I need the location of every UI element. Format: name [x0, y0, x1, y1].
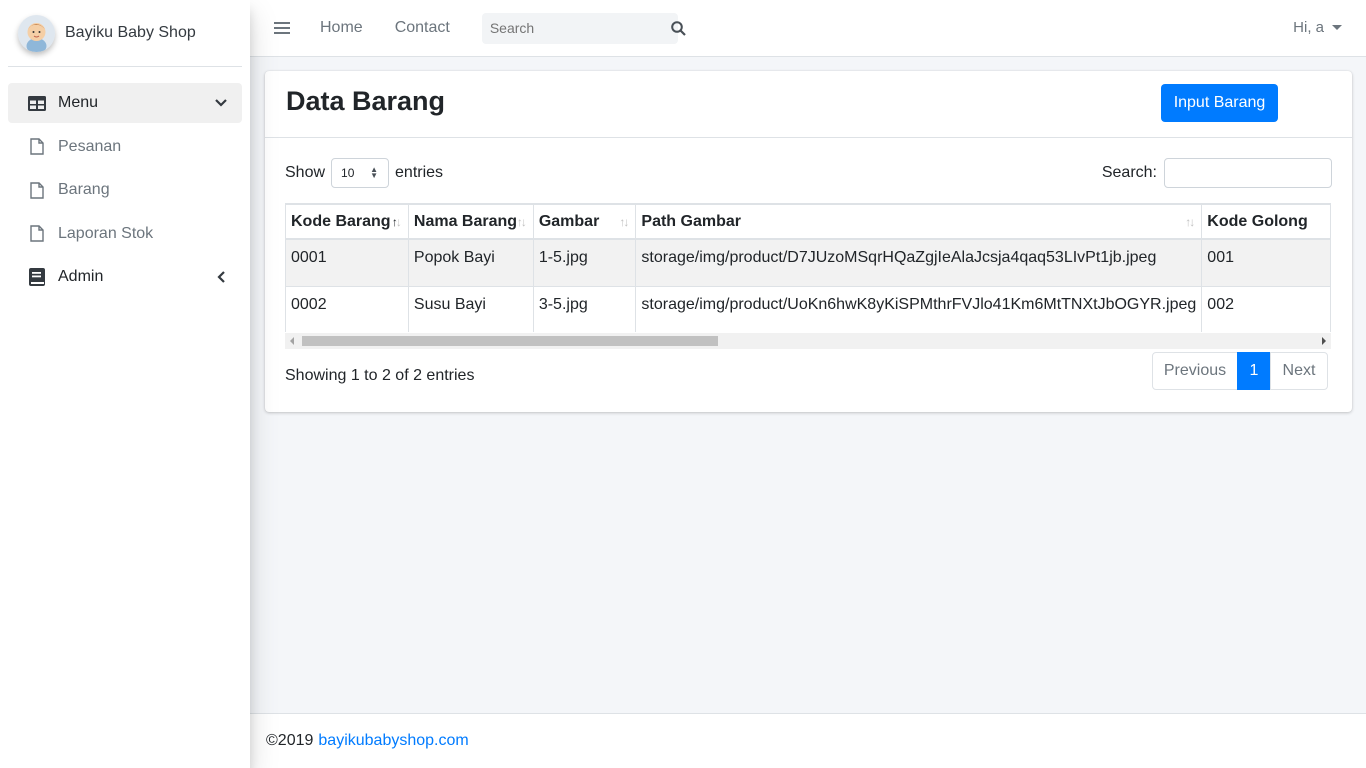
navbar-search-input[interactable]: [481, 12, 671, 44]
sidebar-item-menu[interactable]: Menu: [8, 83, 242, 123]
table-row: 0001 Popok Bayi 1-5.jpg storage/img/prod…: [285, 238, 1331, 287]
navbar-search: [481, 12, 686, 44]
sidebar-item-label: Menu: [58, 94, 99, 111]
footer: ©2019 bayikubabyshop.com: [250, 713, 1366, 768]
brand-link[interactable]: Bayiku Baby Shop: [8, 0, 242, 67]
scroll-left-arrow-icon[interactable]: [290, 337, 294, 345]
table-cell: 1-5.jpg: [532, 238, 637, 287]
entries-label: entries: [395, 164, 444, 181]
copyright-text: ©2019: [266, 732, 314, 749]
sidebar-item-pesanan[interactable]: Pesanan: [8, 127, 242, 167]
table-cell: 001: [1201, 238, 1331, 287]
footer-site-link[interactable]: bayikubabyshop.com: [318, 732, 468, 750]
sort-icon: ↑↓: [1185, 215, 1195, 229]
topbar: Home Contact Hi, a: [250, 0, 1366, 57]
file-icon: [28, 225, 46, 243]
hamburger-menu-icon[interactable]: [274, 22, 290, 34]
datatable-controls: Show 10 ▲ ▼ entries Search:: [285, 157, 1332, 189]
file-icon: [28, 138, 46, 156]
table-cell: storage/img/product/UoKn6hwK8yKiSPMthrFV…: [635, 285, 1203, 332]
table-cell: 002: [1201, 285, 1331, 332]
sidebar-item-laporan-stok[interactable]: Laporan Stok: [8, 214, 242, 254]
show-label: Show: [285, 164, 326, 181]
entries-select-value: 10: [341, 166, 355, 180]
sidebar-nav: Menu Pesanan Barang Laporan Stok Admin: [0, 67, 250, 297]
table-search-input[interactable]: [1164, 158, 1332, 188]
brand-logo: [18, 14, 55, 52]
table-info: Showing 1 to 2 of 2 entries: [285, 367, 475, 384]
file-icon: [28, 181, 46, 199]
table-row: 0002 Susu Bayi 3-5.jpg storage/img/produ…: [285, 285, 1331, 332]
table-search-label: Search:: [1101, 164, 1157, 181]
data-card: Data Barang Input Barang Show 10 ▲ ▼ entr…: [265, 71, 1352, 412]
chevron-left-icon: [214, 270, 228, 284]
entries-length: Show 10 ▲ ▼ entries: [285, 158, 443, 188]
horizontal-scrollbar[interactable]: [285, 333, 1331, 349]
sidebar-item-label: Barang: [58, 181, 110, 198]
table-cell: Susu Bayi: [407, 285, 534, 332]
column-header-label: Nama Barang: [413, 212, 518, 230]
table-cell: storage/img/product/D7JUzoMSqrHQaZgjIeAl…: [635, 238, 1203, 287]
column-header-label: Path Gambar: [641, 212, 741, 230]
sort-asc-icon: ↑↓: [391, 215, 402, 229]
brand-text: Bayiku Baby Shop: [65, 24, 196, 41]
page-title: Data Barang: [286, 86, 446, 116]
previous-page-button[interactable]: Previous: [1152, 352, 1238, 390]
table-scroll-area: Kode Barang ↑↓ Nama Barang ↑↓ Gambar ↑↓ Pat…: [285, 203, 1331, 332]
table-cell: 0002: [285, 285, 409, 332]
entries-select[interactable]: 10 ▲ ▼: [331, 158, 390, 188]
pagination: Previous 1 Next: [1152, 352, 1328, 390]
scroll-right-arrow-icon[interactable]: [1322, 337, 1326, 345]
sidebar-item-label: Pesanan: [58, 137, 122, 155]
table-search: Search:: [1102, 158, 1332, 188]
column-header-kode-golongan[interactable]: Kode Golong: [1201, 203, 1331, 240]
nav-contact-link[interactable]: Contact: [395, 19, 450, 37]
table-cell: Popok Bayi: [407, 238, 534, 287]
column-header-gambar[interactable]: Gambar ↑↓: [532, 203, 637, 240]
column-header-label: Gambar: [538, 212, 600, 230]
sidebar-item-admin[interactable]: Admin: [8, 257, 242, 297]
table-icon: [28, 94, 46, 112]
book-icon: [28, 268, 46, 286]
data-table: Kode Barang ↑↓ Nama Barang ↑↓ Gambar ↑↓ Pat…: [285, 203, 1331, 332]
column-header-kode-barang[interactable]: Kode Barang ↑↓: [285, 203, 409, 240]
page-1-button[interactable]: 1: [1237, 352, 1271, 390]
nav-home-link[interactable]: Home: [320, 19, 363, 37]
table-cell: 3-5.jpg: [532, 285, 637, 332]
sort-icon: ↑↓: [619, 215, 629, 229]
column-header-nama-barang[interactable]: Nama Barang ↑↓: [407, 203, 534, 240]
select-arrows-icon: ▲ ▼: [370, 165, 379, 180]
next-page-button[interactable]: Next: [1270, 352, 1328, 390]
search-icon[interactable]: [671, 13, 686, 44]
sidebar-item-label: Laporan Stok: [58, 224, 154, 242]
user-greeting: Hi, a: [1293, 19, 1324, 36]
sidebar-item-barang[interactable]: Barang: [8, 170, 242, 210]
table-header-row: Kode Barang ↑↓ Nama Barang ↑↓ Gambar ↑↓ Pat…: [285, 203, 1331, 240]
card-header: Data Barang Input Barang: [265, 71, 1352, 138]
table-cell: 0001: [285, 238, 409, 287]
user-dropdown[interactable]: Hi, a: [1293, 19, 1342, 36]
sort-icon: ↑↓: [516, 215, 527, 229]
column-header-path-gambar[interactable]: Path Gambar ↑↓: [635, 203, 1203, 240]
chevron-down-icon: [214, 96, 228, 110]
sidebar: Bayiku Baby Shop Menu Pesanan Barang Lap…: [0, 0, 250, 768]
column-header-label: Kode Golong: [1207, 212, 1308, 230]
scrollbar-thumb[interactable]: [302, 336, 718, 346]
caret-down-icon: [1332, 25, 1342, 30]
sidebar-item-label: Admin: [58, 268, 104, 285]
input-barang-button[interactable]: Input Barang: [1161, 84, 1278, 122]
column-header-label: Kode Barang: [291, 212, 391, 230]
